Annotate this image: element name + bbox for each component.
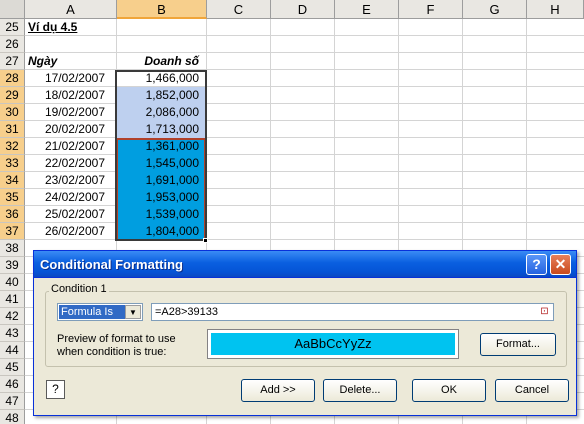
- date-cell[interactable]: 22/02/2007: [25, 155, 105, 172]
- row-header[interactable]: 43: [0, 325, 25, 342]
- selection-border: [115, 70, 207, 241]
- row-header[interactable]: 39: [0, 257, 25, 274]
- date-column-header[interactable]: Ngày: [28, 53, 114, 70]
- add-condition-button[interactable]: Add >>: [241, 379, 315, 402]
- preview-label: Preview of format to use when condition …: [57, 333, 217, 359]
- delete-condition-button[interactable]: Delete...: [323, 379, 397, 402]
- formula-input[interactable]: =A28>39133 ⊡: [151, 303, 554, 321]
- gridline: [25, 154, 584, 155]
- condition-type-value: Formula Is: [59, 305, 125, 319]
- column-header-h[interactable]: H: [527, 0, 584, 19]
- date-cell[interactable]: 24/02/2007: [25, 189, 105, 206]
- column-headers: A B C D E F G H: [25, 0, 584, 19]
- row-header[interactable]: 36: [0, 206, 25, 223]
- row-header[interactable]: 38: [0, 240, 25, 257]
- row-header[interactable]: 27: [0, 53, 25, 70]
- example-title[interactable]: Ví dụ 4.5: [28, 19, 114, 36]
- format-button[interactable]: Format...: [480, 333, 556, 356]
- help-titlebar-button[interactable]: ?: [526, 254, 547, 275]
- date-cell[interactable]: 23/02/2007: [25, 172, 105, 189]
- gridline: [25, 222, 584, 223]
- dialog-title: Conditional Formatting: [40, 257, 183, 272]
- close-button[interactable]: ✕: [550, 254, 571, 275]
- gridline: [25, 120, 584, 121]
- condition-label: Condition 1: [49, 283, 109, 295]
- gridline: [25, 171, 584, 172]
- formula-text: =A28>39133: [155, 306, 219, 318]
- row-header[interactable]: 48: [0, 410, 25, 424]
- row-header[interactable]: 31: [0, 121, 25, 138]
- gridline: [25, 205, 584, 206]
- sales-column-header[interactable]: Doanh số: [117, 53, 203, 70]
- gridline: [25, 103, 584, 104]
- row-header[interactable]: 47: [0, 393, 25, 410]
- select-all-corner[interactable]: [0, 0, 25, 19]
- row-header[interactable]: 44: [0, 342, 25, 359]
- preview-label-line-1: Preview of format to use: [57, 333, 176, 345]
- row-header[interactable]: 35: [0, 189, 25, 206]
- row-header[interactable]: 30: [0, 104, 25, 121]
- gridline: [25, 188, 584, 189]
- column-header-b[interactable]: B: [117, 0, 207, 19]
- fill-handle[interactable]: [203, 238, 208, 243]
- dialog-titlebar[interactable]: Conditional Formatting ? ✕: [34, 251, 576, 278]
- row-header[interactable]: 26: [0, 36, 25, 53]
- date-cell[interactable]: 25/02/2007: [25, 206, 105, 223]
- row-header[interactable]: 28: [0, 70, 25, 87]
- column-header-a[interactable]: A: [25, 0, 117, 19]
- row-header[interactable]: 33: [0, 155, 25, 172]
- date-cell[interactable]: 19/02/2007: [25, 104, 105, 121]
- row-header[interactable]: 37: [0, 223, 25, 240]
- conditional-formatting-dialog: Conditional Formatting ? ✕ Condition 1 F…: [33, 250, 577, 416]
- column-header-c[interactable]: C: [207, 0, 271, 19]
- date-cell[interactable]: 17/02/2007: [25, 70, 105, 87]
- date-cell[interactable]: 21/02/2007: [25, 138, 105, 155]
- column-header-g[interactable]: G: [463, 0, 527, 19]
- row-header[interactable]: 45: [0, 359, 25, 376]
- row-header[interactable]: 32: [0, 138, 25, 155]
- preview-sample: AaBbCcYyZz: [211, 333, 455, 355]
- row-header[interactable]: 41: [0, 291, 25, 308]
- collapse-dialog-icon[interactable]: ⊡: [537, 305, 552, 319]
- date-cell[interactable]: 20/02/2007: [25, 121, 105, 138]
- row-header[interactable]: 42: [0, 308, 25, 325]
- ok-button[interactable]: OK: [412, 379, 486, 402]
- cancel-button[interactable]: Cancel: [495, 379, 569, 402]
- row-header[interactable]: 25: [0, 19, 25, 36]
- date-cell[interactable]: 26/02/2007: [25, 223, 105, 240]
- column-header-e[interactable]: E: [335, 0, 399, 19]
- condition-type-select[interactable]: Formula Is ▼: [57, 303, 143, 321]
- column-header-f[interactable]: F: [399, 0, 463, 19]
- column-header-d[interactable]: D: [271, 0, 335, 19]
- row-header[interactable]: 34: [0, 172, 25, 189]
- row-header[interactable]: 40: [0, 274, 25, 291]
- gridline: [25, 239, 584, 240]
- help-icon[interactable]: ?: [46, 380, 65, 399]
- row-header[interactable]: 29: [0, 87, 25, 104]
- gridline: [25, 86, 584, 87]
- date-cell[interactable]: 18/02/2007: [25, 87, 105, 104]
- row-header[interactable]: 46: [0, 376, 25, 393]
- preview-label-line-2: when condition is true:: [57, 346, 167, 358]
- format-preview: AaBbCcYyZz: [207, 329, 459, 359]
- gridline: [25, 137, 584, 138]
- dropdown-arrow-icon[interactable]: ▼: [125, 305, 141, 319]
